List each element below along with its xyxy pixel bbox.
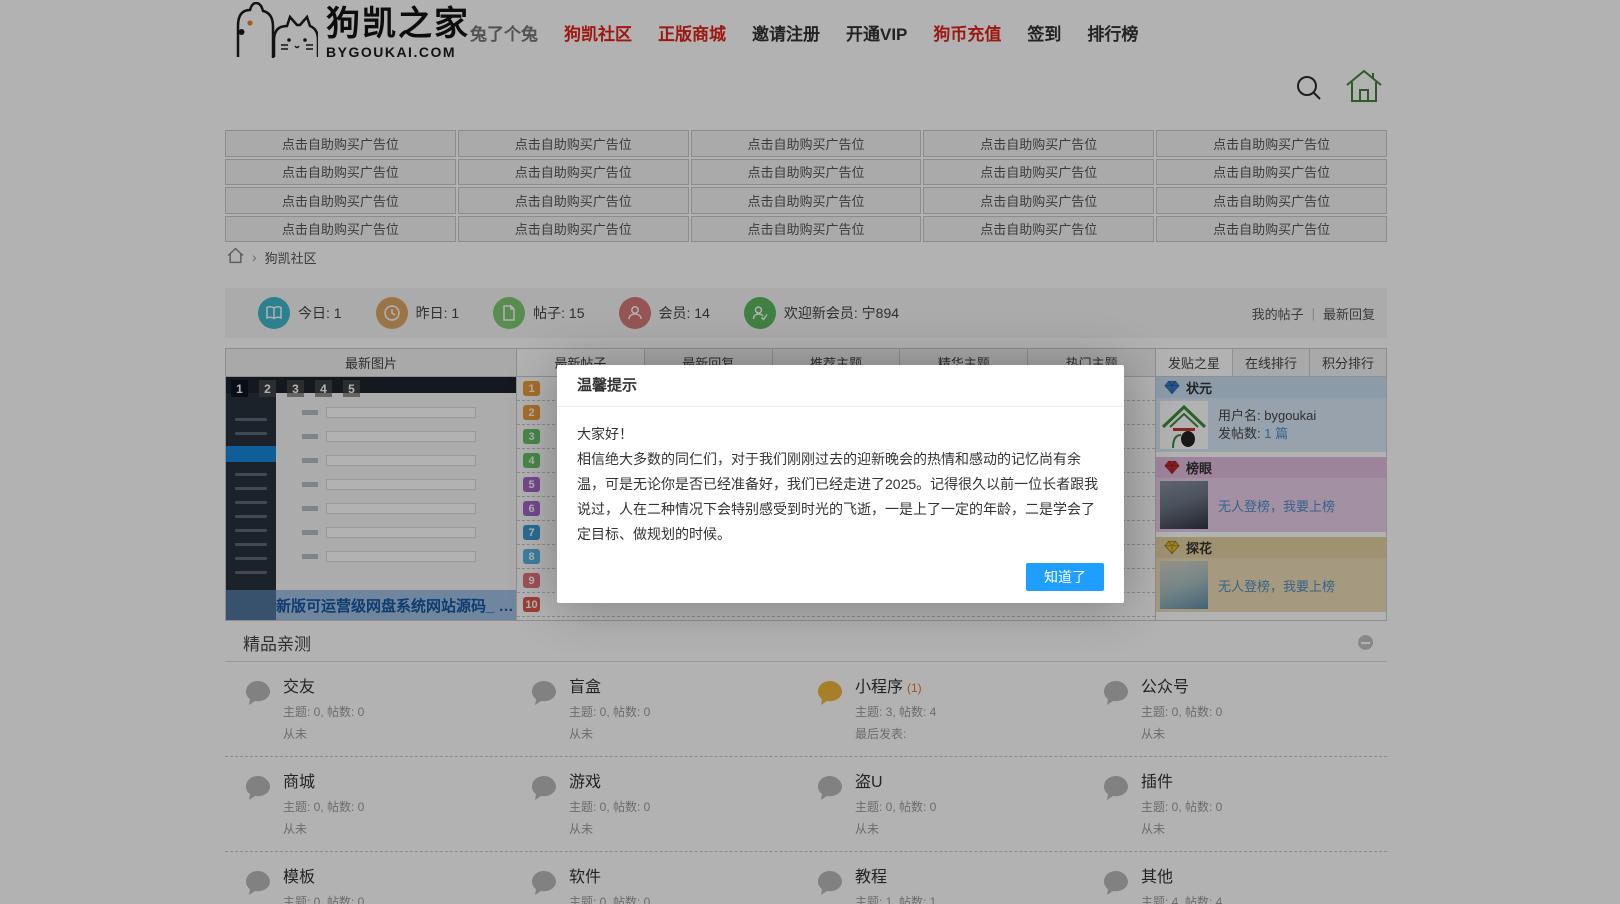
page: 狗凯之家 BYGOUKAI.COM 兔了个兔 狗凯社区 正版商城 邀请注册 开通… [0, 0, 1620, 904]
dialog-title: 温馨提示 [557, 365, 1124, 407]
notice-dialog: 温馨提示 大家好！ 相信绝大多数的同仁们，对于我们刚刚过去的迎新晚会的热情和感动… [557, 365, 1124, 603]
dialog-greeting: 大家好！ [577, 422, 1104, 447]
confirm-button[interactable]: 知道了 [1026, 563, 1104, 591]
dialog-text: 相信绝大多数的同仁们，对于我们刚刚过去的迎新晚会的热情和感动的记忆尚有余温，可是… [577, 447, 1104, 547]
dialog-body: 大家好！ 相信绝大多数的同仁们，对于我们刚刚过去的迎新晚会的热情和感动的记忆尚有… [557, 407, 1124, 547]
